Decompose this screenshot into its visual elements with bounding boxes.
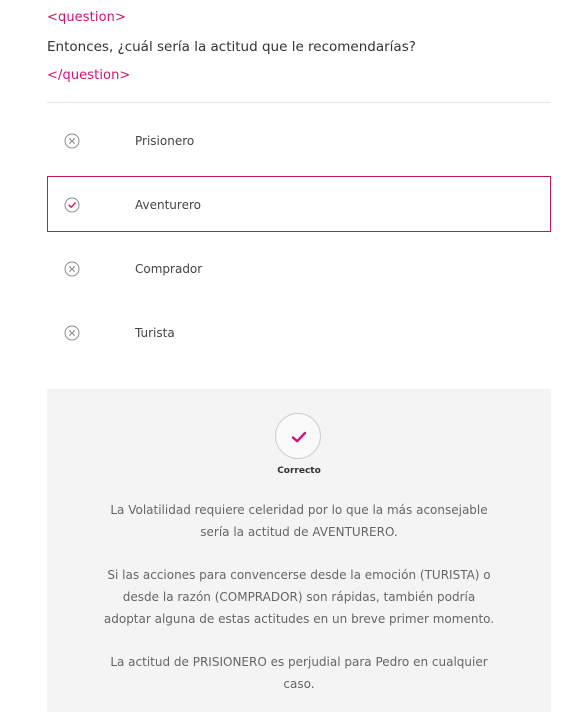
x-circle-icon [63,324,81,342]
check-icon [291,431,307,443]
feedback-status: Correcto [277,466,321,476]
option-comprador[interactable]: Comprador [47,240,551,296]
option-label: Aventurero [135,198,201,212]
question-text: Entonces, ¿cuál sería la actitud que le … [47,39,416,55]
check-circle-icon [63,196,81,214]
feedback-paragraph: La actitud de PRISIONERO es perjudial pa… [110,655,488,691]
question-close-tag: </question> [47,68,131,83]
feedback-panel: Correcto La Volatilidad requiere celerid… [47,389,551,712]
option-turista[interactable]: Turista [47,304,551,360]
question-open-tag: <question> [47,10,126,25]
option-label: Turista [135,326,175,340]
option-aventurero[interactable]: Aventurero [47,176,551,232]
option-label: Comprador [135,262,203,276]
x-circle-icon [63,260,81,278]
option-prisionero[interactable]: Prisionero [47,112,551,168]
x-circle-icon [63,132,81,150]
divider [47,102,551,103]
option-label: Prisionero [135,134,195,148]
answer-options: Prisionero Aventurero Comprador Turista [47,112,551,368]
feedback-paragraph: La Volatilidad requiere celeridad por lo… [110,503,488,539]
correct-badge [275,413,321,459]
feedback-paragraph: Si las acciones para convencerse desde l… [103,568,495,626]
